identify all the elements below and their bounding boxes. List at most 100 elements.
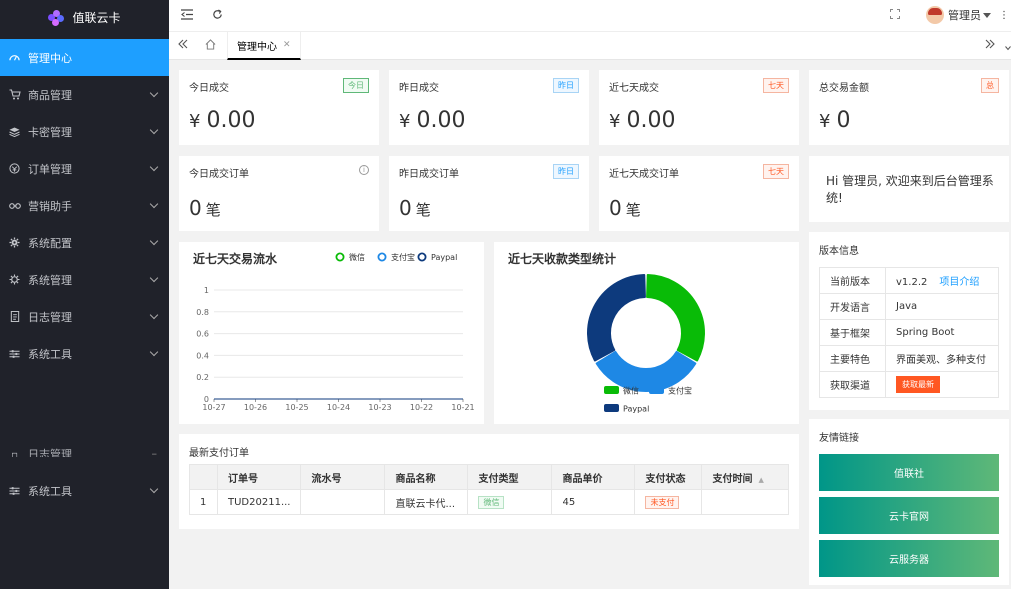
app-logo[interactable]: 值联云卡 (0, 0, 169, 35)
pay-status-cell: 未支付 (634, 489, 703, 515)
sidebar-item-label: 系统管理 (28, 273, 72, 287)
recent-orders-table: 订单号 流水号 商品名称 支付类型 商品单价 支付状态 支付时间 ▲ 1 TUD2… (189, 464, 789, 515)
y-tick-label: 1 (204, 286, 209, 295)
sidebar-item-label: 系统工具 (28, 347, 72, 361)
version-value: v1.2.2 项目介绍 (885, 267, 999, 294)
table-row: 基于框架 Spring Boot (819, 319, 999, 346)
project-intro-link[interactable]: 项目介绍 (939, 277, 979, 288)
version-value: Java (885, 293, 999, 320)
sidebar-item-tools[interactable]: 系统工具 (0, 335, 169, 372)
legend-label: Paypal (623, 405, 649, 414)
version-key: 基于框架 (819, 319, 886, 346)
table-header-row: 订单号 流水号 商品名称 支付类型 商品单价 支付状态 支付时间 ▲ (189, 464, 789, 490)
double-chevron-left-icon[interactable] (178, 39, 188, 52)
sidebar-item-dashboard[interactable]: 管理中心 (0, 39, 169, 76)
user-name[interactable]: 管理员 (948, 7, 981, 23)
column-header-sortable[interactable]: 支付时间 ▲ (701, 464, 789, 490)
x-tick-label: 10-23 (368, 403, 391, 412)
sidebar-item-cards[interactable]: 卡密管理 (0, 113, 169, 150)
app-name: 值联云卡 (72, 11, 121, 25)
collapse-menu-icon[interactable] (181, 9, 193, 23)
sidebar-item-logs[interactable]: 日志管理 (0, 298, 169, 335)
refresh-icon[interactable] (212, 9, 223, 23)
table-row: 主要特色 界面美观、多种支付 (819, 345, 999, 372)
chevron-down-icon (149, 199, 159, 209)
legend-marker (335, 252, 345, 262)
fullscreen-icon[interactable] (890, 8, 900, 22)
stat-badge: 七天 (763, 164, 789, 179)
pie-chart: 微信 支付宝 Paypal (587, 274, 705, 414)
version-number: v1.2.2 (896, 277, 928, 288)
stat-title: 近七天成交 (609, 83, 659, 94)
column-header: 支付状态 (634, 464, 703, 490)
sidebar-item-label: 日志管理 (28, 448, 72, 457)
sidebar-ghost-item-tools[interactable]: 系统工具 (0, 472, 169, 509)
y-tick-label: 0.2 (196, 373, 209, 382)
caret-down-icon[interactable] (983, 12, 991, 18)
chevron-down-icon (149, 273, 159, 283)
x-tick-label: 10-24 (327, 403, 350, 412)
table-row[interactable]: 1 TUD20211... 直联云卡代... 微信 45 未支付 (189, 489, 789, 515)
stat-card-total: 总交易金额 总 ¥0 (809, 70, 1009, 145)
stat-title: 今日成交 (189, 83, 229, 94)
layers-icon (8, 125, 21, 138)
sidebar-item-label: 管理中心 (28, 51, 72, 65)
tab-dashboard[interactable]: 管理中心 ✕ (227, 32, 301, 60)
panel-title: 最新支付订单 (189, 448, 249, 459)
friend-link-button[interactable]: 值联社 (819, 454, 999, 491)
chevron-down-icon (149, 162, 159, 172)
double-chevron-right-icon[interactable] (985, 39, 995, 52)
info-icon[interactable]: i (359, 165, 369, 175)
chevron-down-icon (149, 125, 159, 135)
sidebar-item-label: 系统配置 (28, 236, 72, 250)
stat-card-today: 今日成交 今日 ¥0.00 (179, 70, 379, 145)
sidebar-ghost-item-logs[interactable]: ▫ 日志管理 – (0, 437, 169, 457)
order-count: 0笔 (399, 196, 431, 220)
welcome-card: Hi 管理员, 欢迎来到后台管理系统! (809, 156, 1009, 222)
legend-label: 微信 (349, 252, 365, 262)
stat-value: ¥0 (819, 108, 850, 133)
pay-status-tag: 未支付 (645, 495, 680, 509)
sliders-icon (8, 484, 21, 497)
stat-title: 昨日成交订单 (399, 169, 459, 180)
friend-link-button[interactable]: 云卡官网 (819, 497, 999, 534)
y-tick-label: 0.6 (196, 330, 209, 339)
sidebar-item-products[interactable]: 商品管理 (0, 76, 169, 113)
sidebar-item-label: 系统工具 (28, 484, 72, 498)
legend-marker (417, 252, 427, 262)
column-header: 订单号 (216, 464, 302, 490)
chevron-down-icon (149, 236, 159, 246)
stat-badge: 昨日 (553, 164, 579, 179)
version-key: 主要特色 (819, 345, 886, 372)
stat-amount: 0.00 (626, 108, 676, 133)
stat-badge: 昨日 (553, 78, 579, 93)
stat-badge: 七天 (763, 78, 789, 93)
serial-number (300, 489, 386, 515)
version-card: 版本信息 当前版本 v1.2.2 项目介绍 开发语言 Java 基于框架 Spri… (809, 232, 1009, 410)
header-right: 管理员 ⋮ (890, 6, 1011, 24)
column-header: 流水号 (300, 464, 386, 490)
avatar[interactable] (926, 6, 944, 24)
sidebar-item-sys-manage[interactable]: 系统管理 (0, 261, 169, 298)
version-value: Spring Boot (885, 319, 999, 346)
stat-amount: 0 (836, 108, 851, 133)
more-vertical-icon[interactable]: ⋮ (999, 10, 1009, 21)
sidebar-item-sys-config[interactable]: 系统配置 (0, 224, 169, 261)
chevron-down-icon (149, 484, 159, 494)
sidebar-item-label: 订单管理 (28, 162, 72, 176)
version-key: 开发语言 (819, 293, 886, 320)
friend-links-card: 友情链接 值联社 云卡官网 云服务器 (809, 419, 1009, 585)
table-row: 当前版本 v1.2.2 项目介绍 (819, 267, 999, 294)
friend-link-button[interactable]: 云服务器 (819, 540, 999, 577)
chevron-down-icon[interactable] (1005, 41, 1011, 54)
stat-title: 总交易金额 (819, 83, 869, 94)
sort-icon[interactable]: ▲ (758, 476, 763, 484)
get-latest-button[interactable]: 获取最新 (896, 376, 940, 393)
home-icon[interactable] (205, 39, 216, 53)
sidebar-item-marketing[interactable]: 营销助手 (0, 187, 169, 224)
legend-marker (649, 386, 664, 394)
close-icon[interactable]: ✕ (283, 40, 291, 50)
sidebar-item-orders[interactable]: 订单管理 (0, 150, 169, 187)
stat-value: ¥0.00 (189, 108, 255, 133)
pie-slice (646, 274, 705, 362)
